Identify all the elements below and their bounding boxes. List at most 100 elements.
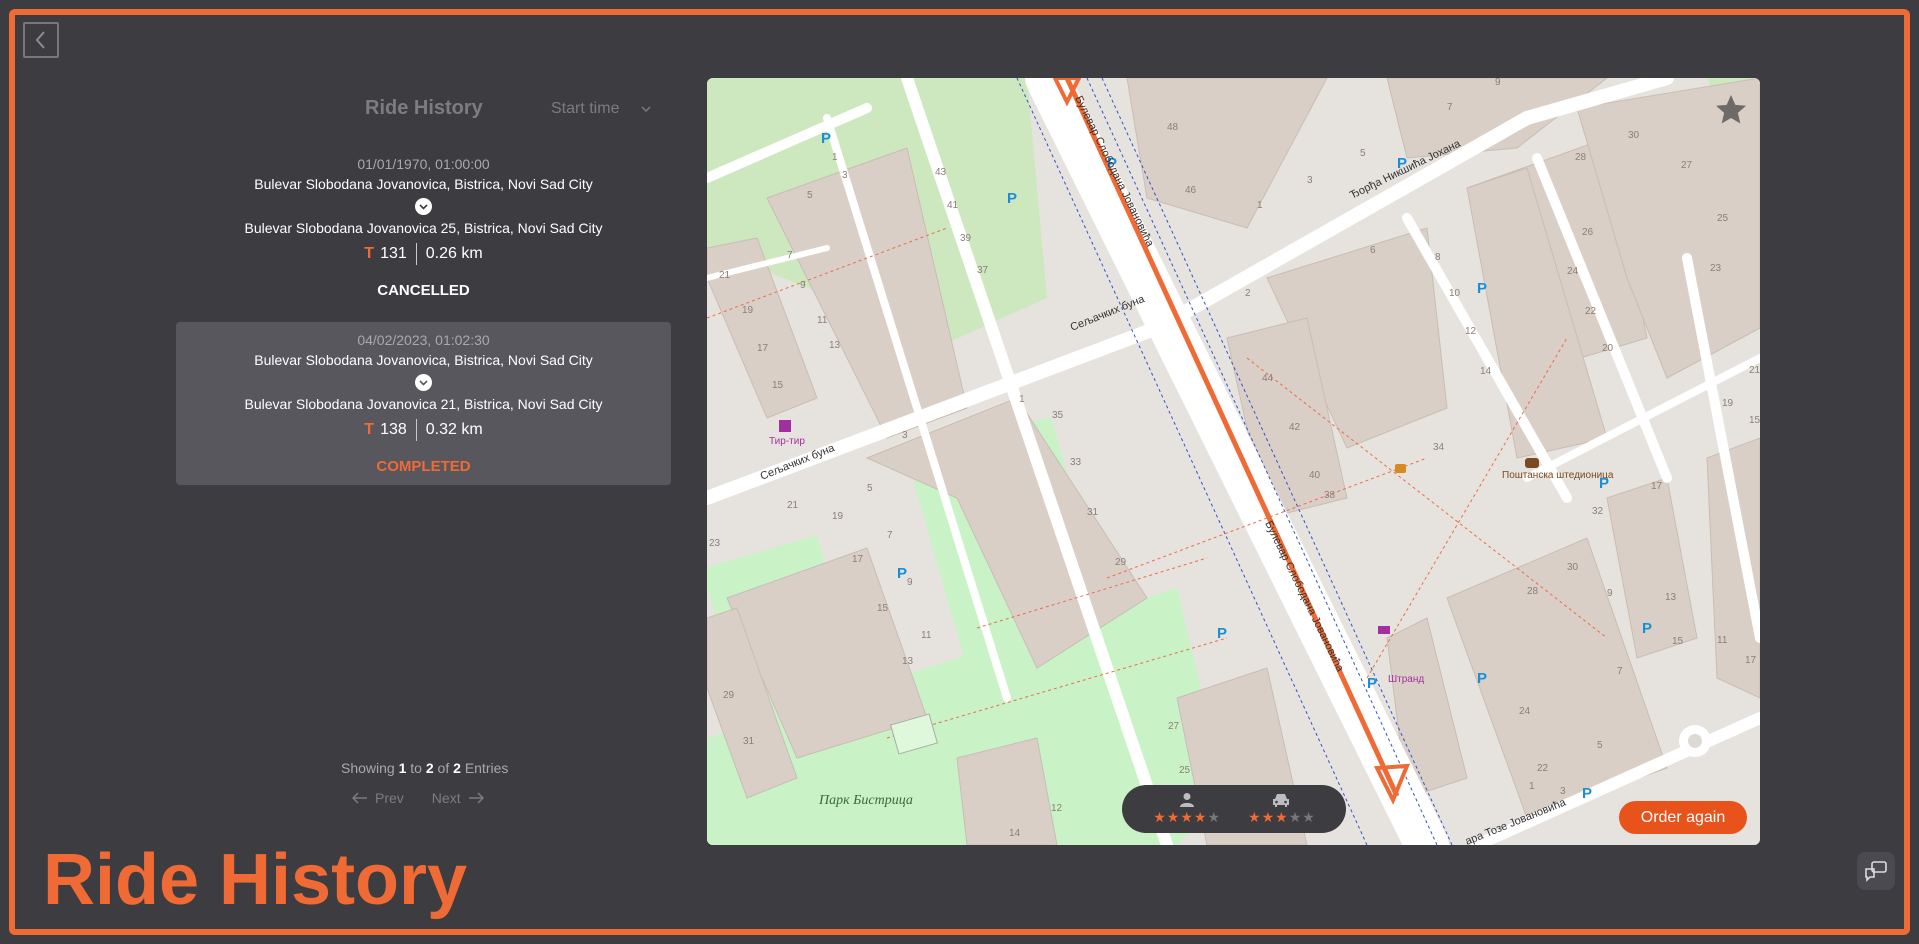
next-button[interactable]: Next [432,790,484,806]
ride-meta: T 138 0.32 km [176,419,671,441]
svg-text:15: 15 [877,603,889,614]
ride-status: COMPLETED [376,458,471,475]
svg-text:P: P [1477,280,1487,297]
svg-text:23: 23 [709,538,721,549]
prev-button[interactable]: Prev [352,790,404,806]
svg-text:31: 31 [1087,507,1099,518]
ride-to: Bulevar Slobodana Jovanovica 25, Bistric… [244,220,603,236]
svg-text:5: 5 [807,190,813,201]
svg-text:1: 1 [1529,781,1535,792]
svg-text:2: 2 [1245,288,1251,299]
svg-text:25: 25 [1717,213,1729,224]
ride-date: 04/02/2023, 01:02:30 [357,332,490,348]
svg-text:23: 23 [1710,263,1722,274]
svg-text:20: 20 [1602,343,1614,354]
svg-text:14: 14 [1009,828,1021,839]
order-again-button[interactable]: Order again [1619,801,1747,834]
arrow-left-icon [352,792,367,804]
svg-text:3: 3 [1560,786,1566,797]
map-poi-label: Штранд [1388,674,1424,685]
svg-text:15: 15 [1749,415,1760,426]
svg-text:5: 5 [1597,740,1603,751]
svg-text:12: 12 [1051,803,1063,814]
ride-distance: 0.26 km [425,245,483,262]
svg-text:9: 9 [1495,78,1501,88]
svg-text:6: 6 [1370,245,1376,256]
svg-text:30: 30 [1567,562,1579,573]
ride-cost-label: T [364,421,375,438]
svg-text:11: 11 [921,630,932,641]
svg-text:P: P [821,130,831,147]
svg-text:P: P [1217,625,1227,642]
svg-text:P: P [1007,190,1017,207]
svg-text:5: 5 [1360,148,1366,159]
svg-text:29: 29 [1115,557,1127,568]
svg-text:8: 8 [1435,252,1441,263]
svg-text:17: 17 [1651,481,1663,492]
divider [415,243,417,265]
ride-from: Bulevar Slobodana Jovanovica, Bistrica, … [254,352,593,368]
svg-text:11: 11 [817,315,828,326]
chevron-down-icon [641,106,651,113]
svg-text:29: 29 [723,690,735,701]
sort-select[interactable]: Start time [551,100,651,118]
svg-text:11: 11 [1717,635,1728,646]
ride-meta: T 131 0.26 km [176,243,671,265]
ride-from: Bulevar Slobodana Jovanovica, Bistrica, … [254,176,593,192]
person-icon [1179,793,1194,807]
showing-total: 2 [453,760,461,776]
svg-text:28: 28 [1575,152,1587,163]
svg-text:7: 7 [1447,102,1453,113]
svg-text:48: 48 [1167,122,1179,133]
svg-text:17: 17 [757,343,769,354]
arrow-right-icon [468,792,484,804]
svg-text:7: 7 [787,250,793,261]
svg-text:39: 39 [960,233,972,244]
svg-text:19: 19 [832,511,844,522]
map-poi-label: Поштанска штедионица [1502,470,1614,481]
pager: Prev Next [352,790,484,806]
svg-text:40: 40 [1309,470,1321,481]
ride-cost: 131 [380,245,407,262]
arrow-down-icon [415,374,432,391]
arrow-down-icon [415,198,432,215]
svg-text:15: 15 [1672,636,1684,647]
svg-text:27: 27 [1681,160,1693,171]
svg-text:22: 22 [1537,763,1549,774]
ride-card-selected[interactable]: 04/02/2023, 01:02:30 Bulevar Slobodana J… [176,322,671,485]
svg-text:P: P [897,565,907,582]
svg-text:27: 27 [1168,721,1180,732]
page-title: Ride History [43,840,468,920]
svg-text:46: 46 [1185,185,1197,196]
map-park-label: Парк Бистрица [818,793,913,808]
showing-from: 1 [398,760,407,776]
map-view[interactable]: PPP PPP PPP PPP 1357 9 11 13 15 17 19 21 43 41… [707,78,1760,845]
passenger-stars: ★ ★ ★ ★ ★ [1153,809,1220,825]
pagination-summary: Showing 1 to 2 of 2 Entries [341,760,508,776]
showing-to: 2 [425,760,434,776]
chevron-left-icon [35,31,45,49]
svg-text:44: 44 [1262,373,1274,384]
svg-text:30: 30 [1628,130,1640,141]
svg-text:9: 9 [907,577,913,588]
ride-cost-label: T [364,245,375,262]
svg-text:5: 5 [867,483,873,494]
svg-text:17: 17 [852,554,864,565]
back-button[interactable] [23,22,59,58]
sort-select-value: Start time [551,100,620,117]
ride-date: 01/01/1970, 01:00:00 [357,156,490,172]
svg-text:21: 21 [1749,365,1760,376]
svg-text:32: 32 [1592,506,1604,517]
chat-icon[interactable] [1857,852,1895,890]
svg-text:19: 19 [742,305,754,316]
map-canvas: PPP PPP PPP PPP 1357 9111315 171921 4341… [707,78,1760,845]
car-icon [1273,794,1290,807]
svg-text:15: 15 [772,380,784,391]
svg-text:37: 37 [977,265,989,276]
star-icon[interactable] [1713,92,1749,128]
ride-distance: 0.32 km [425,421,483,438]
svg-text:3: 3 [1307,175,1313,186]
svg-text:7: 7 [887,530,893,541]
ride-card[interactable]: 01/01/1970, 01:00:00 Bulevar Slobodana J… [176,147,671,310]
ride-status: CANCELLED [377,282,470,299]
